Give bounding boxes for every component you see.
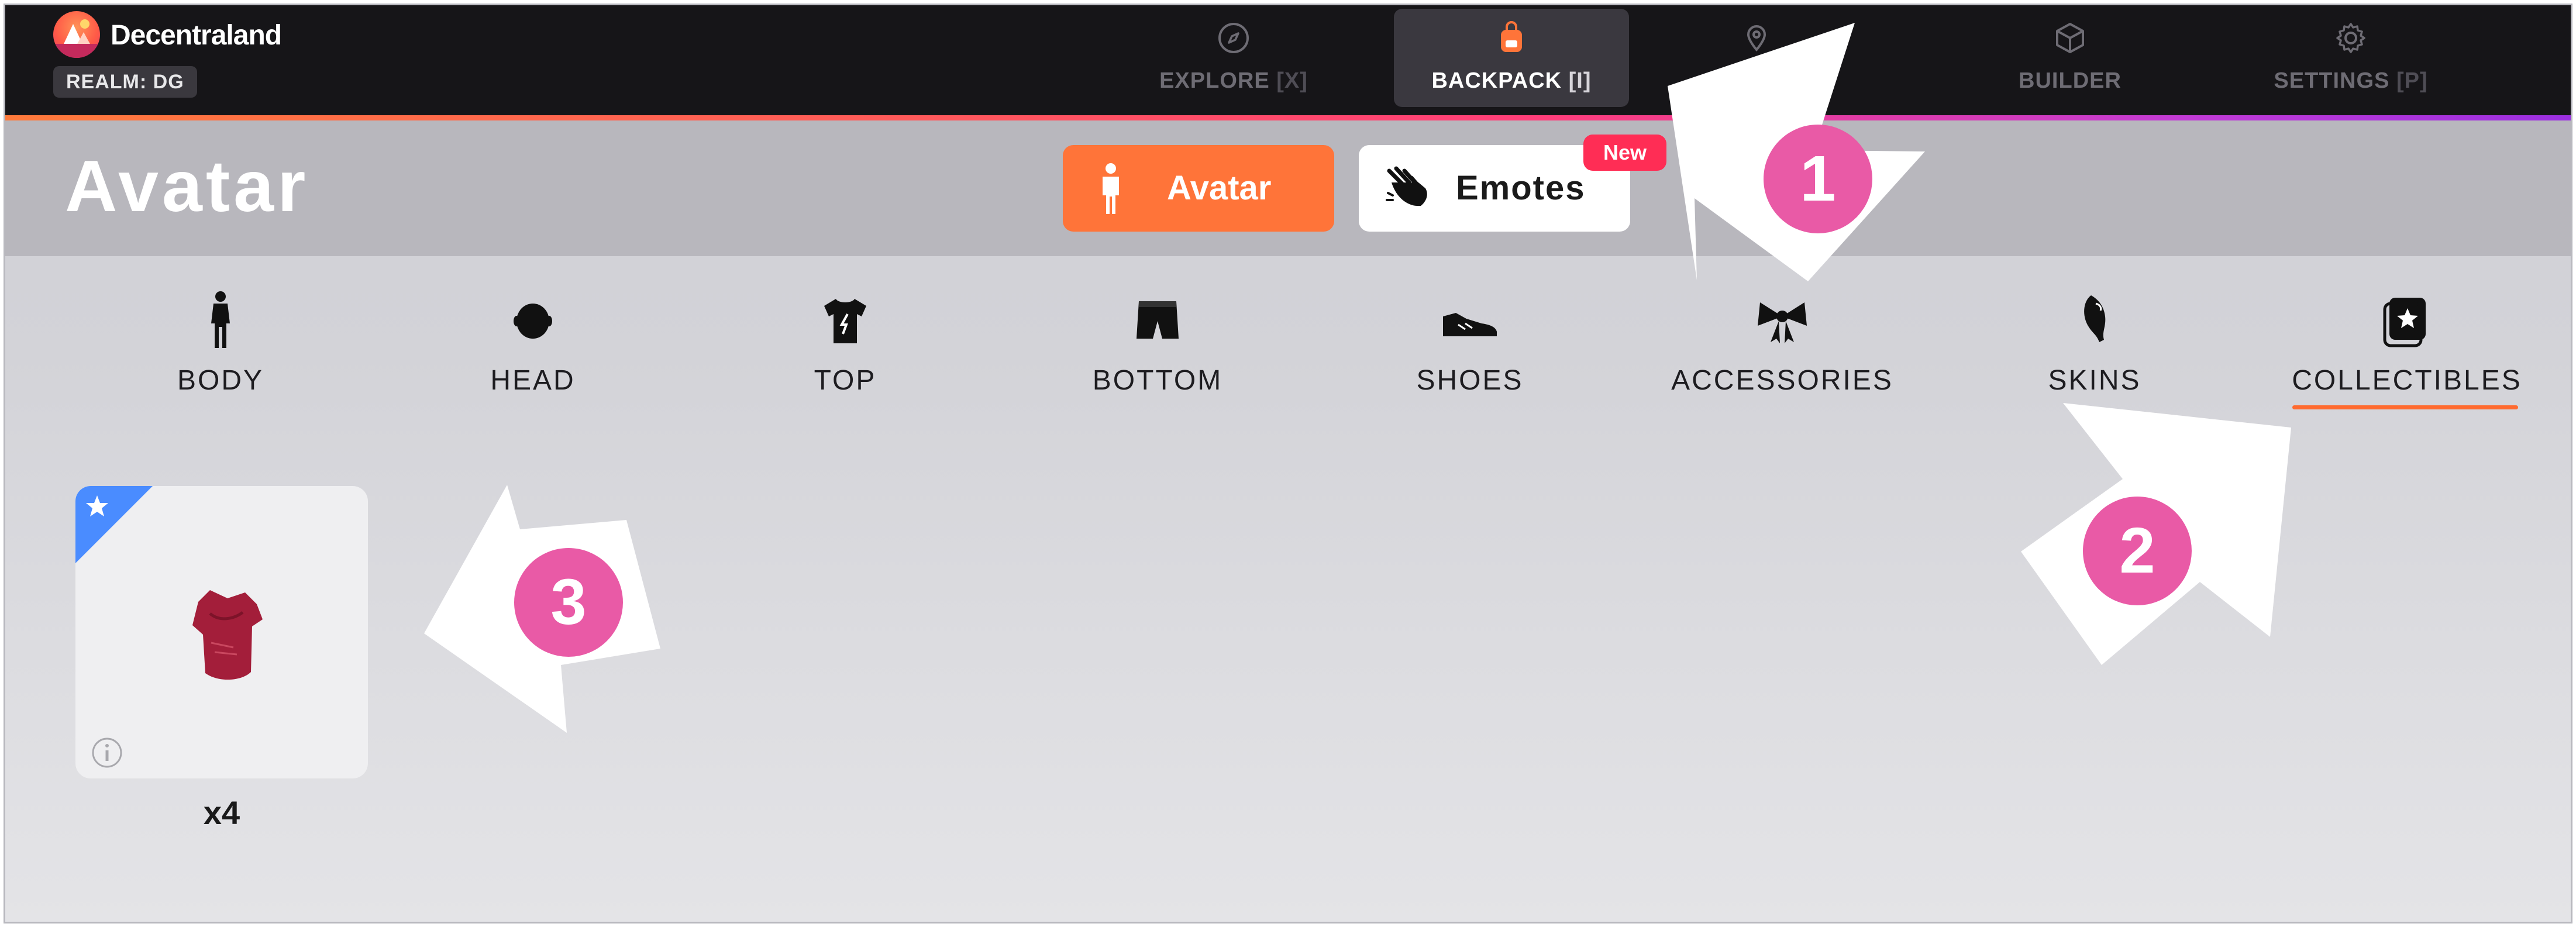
accent-gradient-divider [5, 115, 2571, 120]
compass-icon [1218, 23, 1249, 53]
nav-backpack[interactable]: BACKPACK [I] [1394, 9, 1629, 107]
collectible-item-card[interactable] [75, 486, 368, 778]
backpack-icon [1501, 21, 1522, 52]
item-count: x4 [203, 794, 240, 831]
annotation-number-1: 1 [1764, 125, 1872, 233]
tshirt-icon [824, 299, 866, 343]
category-label: TOP [814, 365, 877, 396]
category-collectibles[interactable]: COLLECTIBLES [2284, 285, 2530, 413]
collectible-star-icon [2383, 298, 2426, 347]
category-label: BOTTOM [1092, 365, 1223, 396]
nav-map[interactable]: [I] [1655, 5, 1900, 115]
category-top[interactable]: TOP [722, 285, 968, 413]
category-skins[interactable]: SKINS [1972, 285, 2217, 413]
category-label: SKINS [2048, 365, 2141, 396]
nav-map-key: [I] [1748, 68, 1771, 93]
selected-category-underline [2292, 405, 2518, 409]
shorts-icon [1137, 301, 1179, 339]
category-label: HEAD [490, 365, 576, 396]
nav-backpack-label: BACKPACK [1431, 68, 1562, 93]
tab-avatar-label: Avatar [1167, 169, 1272, 207]
page-header: Avatar Avatar Emotes New [5, 120, 2571, 256]
bow-icon [1758, 302, 1807, 343]
red-shirt-icon [192, 590, 263, 680]
category-label: ACCESSORIES [1671, 365, 1893, 396]
category-accessories[interactable]: ACCESSORIES [1659, 285, 1905, 413]
body-icon [211, 291, 230, 348]
nav-builder-label: BUILDER [2019, 68, 2122, 93]
app-name: Decentraland [111, 20, 282, 51]
category-shoes[interactable]: SHOES [1347, 285, 1593, 413]
nav-backpack-key: [I] [1568, 68, 1592, 93]
category-head[interactable]: HEAD [410, 285, 656, 413]
shoe-icon [1443, 313, 1497, 336]
cube-icon [2056, 23, 2084, 53]
app-window: Decentraland REALM: DG EXPLORE [X] BACKP… [4, 4, 2572, 923]
skin-icon [2084, 295, 2106, 342]
nav-settings[interactable]: SETTINGS [P] [2222, 5, 2479, 115]
category-label: COLLECTIBLES [2292, 365, 2522, 396]
annotation-number-2: 2 [2083, 497, 2192, 605]
page-title: Avatar [65, 146, 309, 227]
star-icon [86, 495, 108, 516]
new-badge: New [1583, 135, 1666, 171]
map-pin-icon [1747, 25, 1766, 52]
head-icon [514, 304, 552, 339]
nav-explore-label: EXPLORE [1159, 68, 1270, 93]
tab-emotes-label: Emotes [1456, 169, 1586, 207]
info-icon[interactable] [91, 736, 123, 769]
annotation-number-3: 3 [514, 548, 623, 657]
nav-explore[interactable]: EXPLORE [X] [1105, 5, 1362, 115]
realm-badge[interactable]: REALM: DG [53, 66, 197, 98]
nav-builder[interactable]: BUILDER [1953, 5, 2187, 115]
nav-settings-key: [P] [2396, 68, 2428, 93]
category-bottom[interactable]: BOTTOM [1035, 285, 1280, 413]
gear-icon [2336, 23, 2365, 53]
decentraland-logo-icon[interactable] [53, 11, 100, 58]
category-label: SHOES [1416, 365, 1524, 396]
tab-avatar[interactable]: Avatar [1063, 145, 1334, 232]
nav-settings-label: SETTINGS [2274, 68, 2390, 93]
person-icon [1103, 163, 1119, 214]
hand-wave-icon [1386, 166, 1427, 206]
nav-explore-key: [X] [1276, 68, 1308, 93]
category-label: BODY [177, 365, 264, 396]
category-body[interactable]: BODY [98, 285, 343, 413]
top-navigation-bar: Decentraland REALM: DG EXPLORE [X] BACKP… [5, 5, 2571, 115]
